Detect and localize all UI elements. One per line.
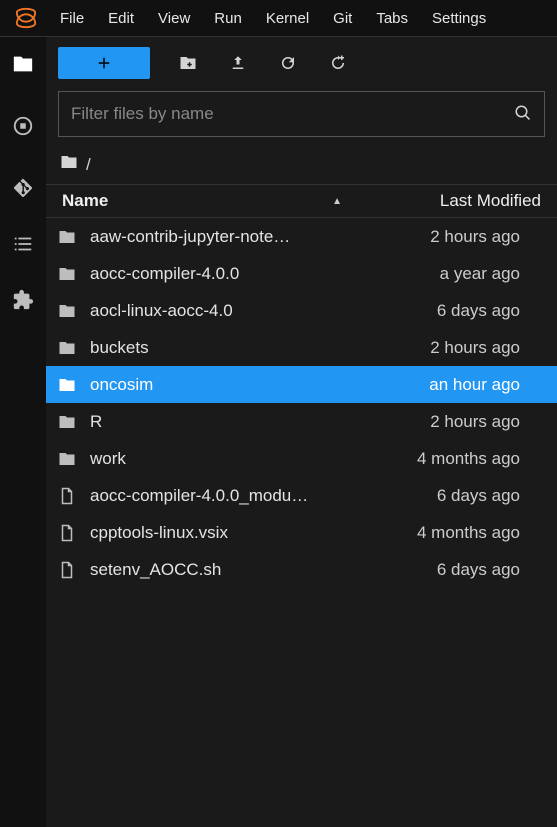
new-folder-button[interactable] — [176, 51, 200, 75]
file-modified: 2 hours ago — [330, 338, 520, 358]
file-modified: 4 months ago — [330, 449, 520, 469]
menu-view[interactable]: View — [146, 4, 202, 33]
folder-icon — [58, 228, 80, 246]
file-icon — [58, 524, 80, 542]
sort-ascending-icon: ▲ — [332, 196, 342, 207]
menu-bar: File Edit View Run Kernel Git Tabs Setti… — [0, 0, 557, 36]
file-name: aaw-contrib-jupyter-note… — [90, 227, 330, 247]
breadcrumb[interactable]: / — [46, 145, 557, 184]
file-row[interactable]: aaw-contrib-jupyter-note…2 hours ago — [46, 218, 557, 255]
filter-box — [58, 91, 545, 137]
file-row[interactable]: aocc-compiler-4.0.0a year ago — [46, 255, 557, 292]
menu-kernel[interactable]: Kernel — [254, 4, 321, 33]
column-name[interactable]: Name ▲ — [58, 191, 354, 211]
file-row[interactable]: aocl-linux-aocc-4.06 days ago — [46, 292, 557, 329]
file-browser: / Name ▲ Last Modified aaw-contrib-jupyt… — [46, 37, 557, 827]
toc-icon[interactable] — [10, 231, 36, 257]
activity-bar — [0, 37, 46, 827]
search-icon — [514, 104, 532, 125]
file-name: buckets — [90, 338, 330, 358]
new-launcher-button[interactable] — [58, 47, 150, 79]
menu-settings[interactable]: Settings — [420, 4, 498, 33]
jupyter-logo[interactable] — [12, 4, 40, 32]
file-name: setenv_AOCC.sh — [90, 560, 330, 580]
file-name: aocl-linux-aocc-4.0 — [90, 301, 330, 321]
file-row[interactable]: cpptools-linux.vsix4 months ago — [46, 514, 557, 551]
folder-icon — [58, 265, 80, 283]
file-name: R — [90, 412, 330, 432]
running-terminals-icon[interactable] — [10, 113, 36, 139]
folder-icon — [58, 339, 80, 357]
file-row[interactable]: oncosiman hour ago — [46, 366, 557, 403]
menu-tabs[interactable]: Tabs — [364, 4, 420, 33]
file-modified: 2 hours ago — [330, 412, 520, 432]
file-modified: 6 days ago — [330, 560, 520, 580]
file-name: cpptools-linux.vsix — [90, 523, 330, 543]
file-name: aocc-compiler-4.0.0_modu… — [90, 486, 330, 506]
file-icon — [58, 561, 80, 579]
upload-button[interactable] — [226, 51, 250, 75]
file-row[interactable]: R2 hours ago — [46, 403, 557, 440]
refresh-button[interactable] — [276, 51, 300, 75]
folder-icon — [58, 413, 80, 431]
extensions-icon[interactable] — [10, 287, 36, 313]
file-modified: 6 days ago — [330, 486, 520, 506]
file-icon — [58, 487, 80, 505]
file-modified: 6 days ago — [330, 301, 520, 321]
filter-input[interactable] — [71, 104, 514, 124]
folder-icon[interactable] — [10, 51, 36, 77]
menu-edit[interactable]: Edit — [96, 4, 146, 33]
file-row[interactable]: buckets2 hours ago — [46, 329, 557, 366]
menu-run[interactable]: Run — [202, 4, 254, 33]
file-name: oncosim — [90, 375, 330, 395]
file-list: aaw-contrib-jupyter-note…2 hours agoaocc… — [46, 218, 557, 827]
breadcrumb-root: / — [86, 155, 91, 175]
file-browser-toolbar — [46, 37, 557, 87]
file-row[interactable]: setenv_AOCC.sh6 days ago — [46, 551, 557, 588]
git-icon[interactable] — [10, 175, 36, 201]
file-modified: an hour ago — [330, 375, 520, 395]
file-modified: a year ago — [330, 264, 520, 284]
file-modified: 2 hours ago — [330, 227, 520, 247]
file-row[interactable]: work4 months ago — [46, 440, 557, 477]
folder-icon — [58, 450, 80, 468]
git-clone-button[interactable] — [326, 51, 350, 75]
file-list-header: Name ▲ Last Modified — [46, 184, 557, 218]
folder-icon — [58, 376, 80, 394]
file-name: aocc-compiler-4.0.0 — [90, 264, 330, 284]
file-row[interactable]: aocc-compiler-4.0.0_modu…6 days ago — [46, 477, 557, 514]
folder-icon — [58, 302, 80, 320]
file-name: work — [90, 449, 330, 469]
column-modified[interactable]: Last Modified — [355, 191, 545, 211]
file-modified: 4 months ago — [330, 523, 520, 543]
folder-icon — [60, 153, 78, 176]
menu-git[interactable]: Git — [321, 4, 364, 33]
menu-file[interactable]: File — [48, 4, 96, 33]
